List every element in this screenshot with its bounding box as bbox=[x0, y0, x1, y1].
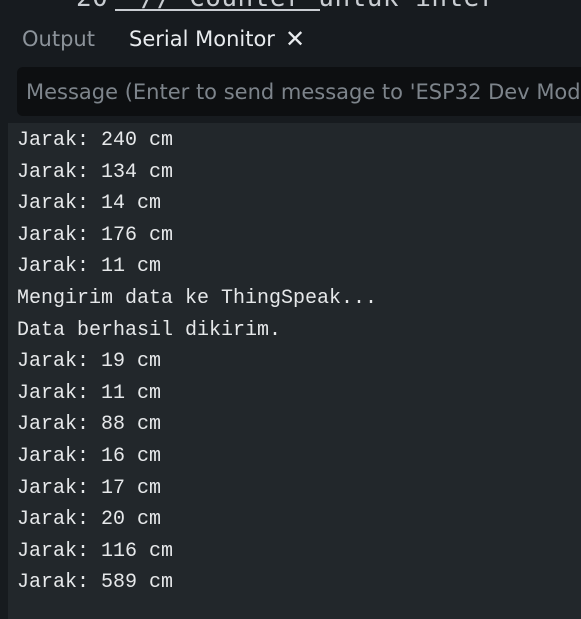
serial-line: Jarak: 16 cm bbox=[17, 445, 162, 468]
serial-output: Jarak: 240 cm Jarak: 134 cm Jarak: 14 cm Ja… bbox=[8, 123, 581, 619]
scrollbar[interactable] bbox=[573, 123, 581, 619]
serial-line: Jarak: 20 cm bbox=[17, 508, 162, 532]
serial-line: Jarak: 17 cm bbox=[17, 476, 162, 500]
serial-line: Jarak: 176 cm bbox=[17, 223, 174, 247]
panel-tab-bar: Output Serial Monitor ✕ bbox=[0, 12, 581, 66]
serial-line: Mengirim data ke ThingSpeak... bbox=[17, 287, 378, 310]
serial-line: Jarak: 240 cm bbox=[17, 129, 174, 152]
serial-line: Jarak: 11 cm bbox=[17, 255, 162, 279]
message-input-container bbox=[17, 67, 581, 116]
serial-line: Jarak: 14 cm bbox=[17, 192, 162, 216]
serial-line: Jarak: 88 cm bbox=[17, 413, 162, 437]
serial-line: Jarak: 589 cm bbox=[17, 571, 174, 595]
serial-output-scroll[interactable]: Jarak: 240 cm Jarak: 134 cm Jarak: 14 cm Ja… bbox=[8, 123, 581, 619]
editor-code-strip: 20 // Counter untuk inter bbox=[0, 0, 581, 12]
serial-line: Jarak: 19 cm bbox=[17, 350, 162, 374]
editor-underline bbox=[115, 9, 320, 11]
serial-line: Jarak: 116 cm bbox=[17, 539, 174, 563]
close-icon[interactable]: ✕ bbox=[284, 26, 306, 52]
message-input[interactable] bbox=[17, 67, 581, 116]
serial-line: Jarak: 134 cm bbox=[17, 160, 174, 184]
serial-line: Data berhasil dikirim. bbox=[17, 318, 282, 342]
tab-serial-monitor[interactable]: Serial Monitor bbox=[129, 26, 275, 52]
serial-line: Jarak: 11 cm bbox=[17, 381, 162, 405]
tab-output[interactable]: Output bbox=[22, 26, 95, 52]
